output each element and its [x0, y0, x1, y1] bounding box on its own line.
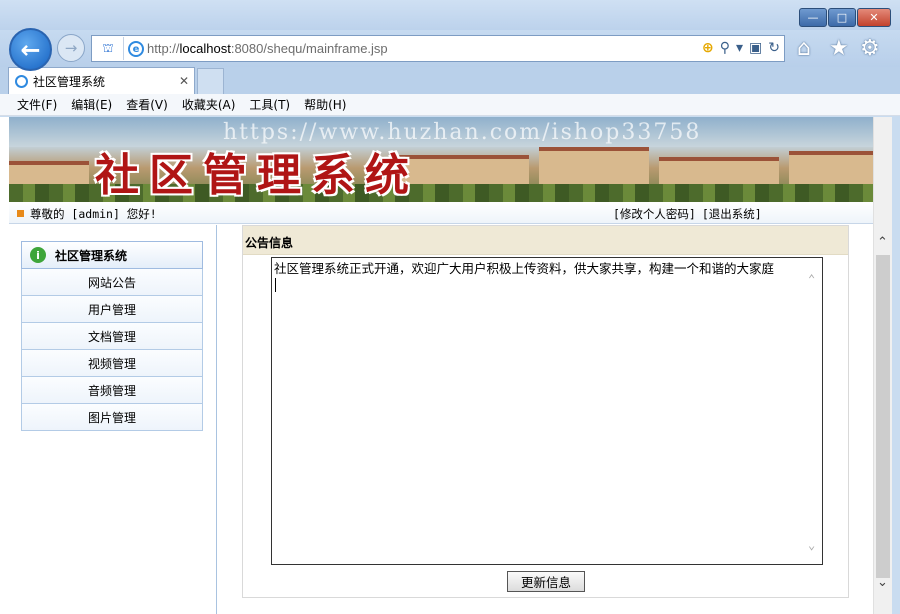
bullet-icon [17, 210, 24, 217]
user-info-bar: 尊敬的 [admin] 您好! [修改个人密码] [退出系统] [9, 202, 891, 224]
sidebar-item-users[interactable]: 用户管理 [21, 296, 203, 323]
shield-icon[interactable]: ⛫ [93, 37, 124, 60]
ie-tab-icon [15, 74, 28, 88]
close-window-button[interactable]: ✕ [857, 8, 891, 27]
sidebar-menu: 网站公告 用户管理 文档管理 视频管理 音频管理 图片管理 [21, 269, 203, 431]
refresh-icon[interactable]: ↻ [768, 40, 780, 56]
ie-page-icon: e [128, 41, 144, 57]
menu-bar: 文件(F) 编辑(E) 查看(V) 收藏夹(A) 工具(T) 帮助(H) [0, 94, 900, 116]
new-tab-button[interactable] [197, 68, 224, 94]
settings-gear-icon[interactable]: ⚙ [860, 36, 880, 61]
maximize-button[interactable]: □ [828, 8, 856, 27]
notice-textarea[interactable]: 社区管理系统正式开通，欢迎广大用户积极上传资料，供大家共享，构建一个和谐的大家庭… [271, 257, 823, 565]
back-arrow-icon: ← [20, 35, 41, 64]
tab-strip: 社区管理系统 ✕ [0, 67, 900, 94]
menu-help[interactable]: 帮助(H) [304, 96, 346, 113]
greeting-text: 尊敬的 [admin] 您好! [30, 207, 157, 221]
scroll-up-arrow-icon[interactable]: ⌃ [877, 235, 888, 250]
tab-close-icon[interactable]: ✕ [179, 74, 189, 88]
menu-favorites[interactable]: 收藏夹(A) [182, 96, 236, 113]
sidebar-item-audio[interactable]: 音频管理 [21, 377, 203, 404]
text-caret [275, 278, 276, 292]
panel-title: 公告信息 [245, 236, 294, 250]
forward-button[interactable]: → [57, 34, 85, 62]
sidebar-item-documents[interactable]: 文档管理 [21, 323, 203, 350]
page-icon[interactable]: ▣ [749, 40, 762, 56]
logout-link[interactable]: [退出系统] [702, 206, 762, 222]
panel-header: 公告信息 [243, 226, 848, 255]
sidebar-heading: i 社区管理系统 [21, 241, 203, 269]
home-icon[interactable]: ⌂ [797, 36, 811, 61]
scroll-down-arrow-icon[interactable]: ⌄ [877, 575, 888, 590]
textarea-scrollbar[interactable]: ⌃ ⌄ [807, 259, 821, 564]
minimize-button[interactable]: — [799, 8, 827, 27]
window-titlebar [0, 0, 900, 30]
info-icon: i [30, 247, 46, 263]
compatibility-view-icon[interactable]: ⊕ [702, 40, 714, 56]
menu-edit[interactable]: 编辑(E) [71, 96, 112, 113]
scroll-up-icon[interactable]: ⌃ [808, 271, 815, 287]
dropdown-icon[interactable]: ▾ [736, 40, 743, 56]
banner-title: 社区管理系统 [95, 150, 419, 201]
sidebar-item-images[interactable]: 图片管理 [21, 404, 203, 431]
favorites-star-icon[interactable]: ★ [829, 36, 849, 61]
sidebar-item-videos[interactable]: 视频管理 [21, 350, 203, 377]
sidebar: i 社区管理系统 网站公告 用户管理 文档管理 视频管理 音频管理 图片管理 [9, 225, 217, 614]
menu-tools[interactable]: 工具(T) [249, 96, 290, 113]
site-banner: https://www.huzhan.com/ishop33758 社区管理系统 [9, 117, 891, 202]
menu-view[interactable]: 查看(V) [126, 96, 168, 113]
main-panel: 公告信息 社区管理系统正式开通，欢迎广大用户积极上传资料，供大家共享，构建一个和… [242, 225, 849, 598]
update-info-button[interactable]: 更新信息 [507, 571, 585, 592]
notice-text: 社区管理系统正式开通，欢迎广大用户积极上传资料，供大家共享，构建一个和谐的大家庭 [274, 261, 775, 276]
page-scrollbar[interactable]: ⌃ ⌄ [873, 117, 892, 614]
sidebar-item-announcements[interactable]: 网站公告 [21, 269, 203, 296]
page-content: https://www.huzhan.com/ishop33758 社区管理系统… [0, 117, 892, 614]
scroll-thumb[interactable] [876, 255, 890, 578]
back-button[interactable]: ← [9, 28, 52, 71]
tab-title: 社区管理系统 [33, 74, 106, 89]
url-text[interactable]: http://localhost:8080/shequ/mainframe.js… [147, 41, 388, 56]
sidebar-heading-label: 社区管理系统 [55, 248, 128, 263]
search-icon[interactable]: ⚲ [720, 40, 730, 56]
change-password-link[interactable]: [修改个人密码] [613, 206, 696, 222]
menu-file[interactable]: 文件(F) [17, 96, 57, 113]
browser-tab[interactable]: 社区管理系统 ✕ [8, 67, 195, 94]
forward-arrow-icon: → [64, 39, 78, 57]
scroll-down-icon[interactable]: ⌄ [808, 537, 815, 553]
address-bar[interactable]: ⛫ e http://localhost:8080/shequ/mainfram… [91, 35, 785, 62]
